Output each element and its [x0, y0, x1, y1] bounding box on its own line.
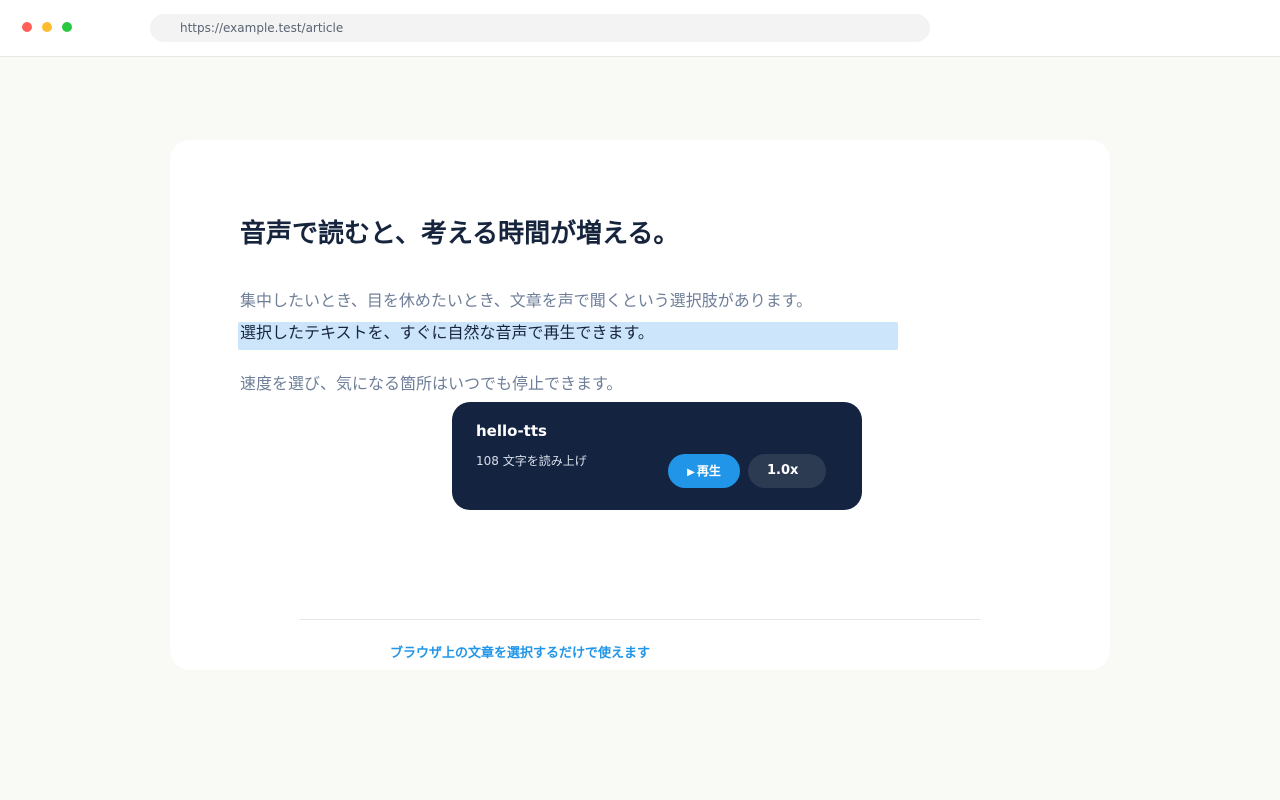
article-paragraph: 速度を選び、気になる箇所はいつでも停止できます。 [240, 374, 623, 393]
character-count-label: 108 文字を読み上げ [476, 454, 587, 468]
play-button[interactable]: ▶ 再生 [668, 454, 740, 488]
window-minimize-button[interactable] [42, 22, 52, 32]
browser-toolbar: https://example.test/article [0, 0, 1280, 57]
window-maximize-button[interactable] [62, 22, 72, 32]
tts-extension-name: hello-tts [476, 422, 547, 440]
play-icon: ▶ [687, 467, 695, 478]
footer-divider [300, 619, 980, 620]
selected-paragraph[interactable]: 選択したテキストを、すぐに自然な音声で再生できます。 [240, 321, 654, 345]
article-card: 音声で読むと、考える時間が増える。 集中したいとき、目を休めたいとき、文章を声で… [170, 140, 1110, 670]
window-close-button[interactable] [22, 22, 32, 32]
play-button-label: 再生 [696, 464, 721, 478]
speed-selector-button[interactable]: 1.0x [748, 454, 826, 488]
tts-popup-panel: hello-tts 108 文字を読み上げ ▶ 再生 1.0x [452, 402, 862, 510]
article-paragraph: 集中したいとき、目を休めたいとき、文章を声で聞くという選択肢があります。 [240, 291, 813, 310]
article-title: 音声で読むと、考える時間が増える。 [240, 219, 680, 249]
address-bar[interactable]: https://example.test/article [150, 14, 930, 42]
footer-note: ブラウザ上の文章を選択するだけで使えます [390, 646, 651, 661]
